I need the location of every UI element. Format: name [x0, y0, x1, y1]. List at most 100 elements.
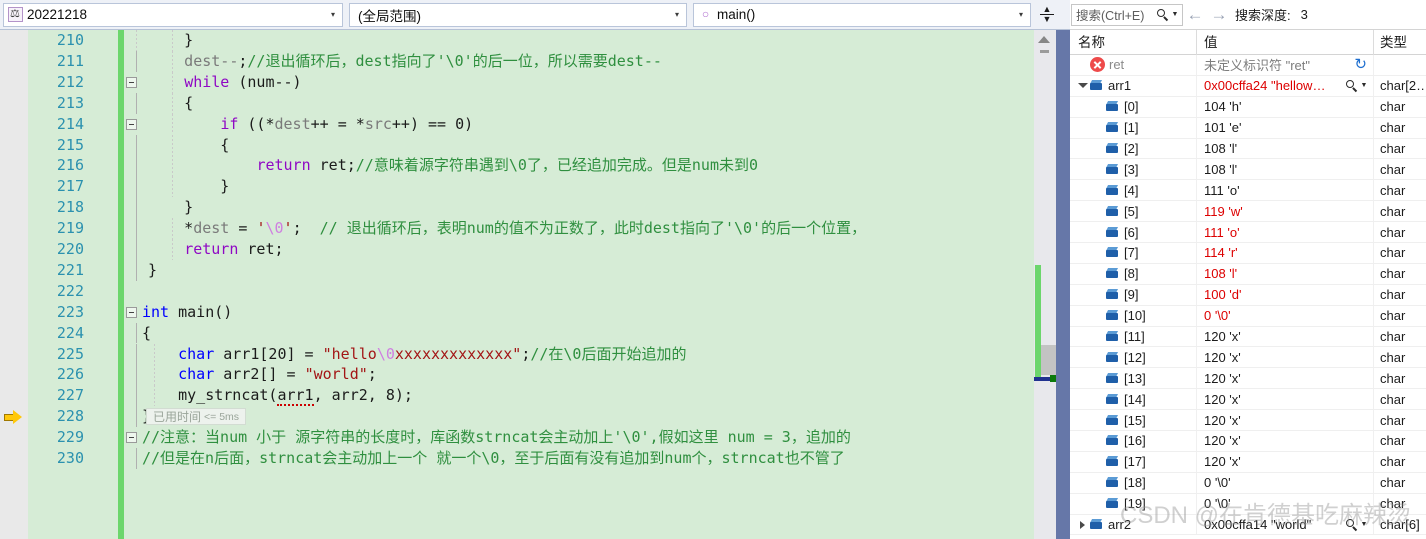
chevron-down-icon[interactable] [1076, 83, 1089, 89]
code-line[interactable]: 229 //注意：当num 小于 源字符串的长度时，库函数strncat会主动加… [0, 427, 1070, 448]
code-line[interactable]: 218 } [0, 197, 1070, 219]
watch-row[interactable]: [9] 100 'd' char [1070, 284, 1426, 306]
watch-row[interactable]: [6] 111 'o' char [1070, 222, 1426, 244]
code-line[interactable]: 216 return ret;//意味着源字符串遇到\0了，已经追加完成。但是n… [0, 155, 1070, 177]
watch-row[interactable]: [2] 108 'l' char [1070, 138, 1426, 160]
watch-row[interactable]: [1] 101 'e' char [1070, 117, 1426, 139]
watch-row-value-cell[interactable]: 120 'x' [1197, 410, 1374, 431]
watch-row-value-cell[interactable]: 101 'e' [1197, 117, 1374, 138]
watch-row-value-cell[interactable]: 0 '\0' [1197, 305, 1374, 326]
function-combo[interactable]: ○ main() ▾ [693, 2, 1031, 27]
watch-row[interactable]: [4] 111 'o' char [1070, 180, 1426, 202]
scope-combo[interactable]: (全局范围) ▾ [349, 2, 687, 27]
watch-row[interactable]: [19] 0 '\0' char [1070, 493, 1426, 515]
code-line[interactable]: 215 { [0, 134, 1070, 156]
code-editor[interactable]: 210 } 211 dest--;//退出循环后，dest指向了'\0'的后一位… [0, 30, 1070, 539]
code-line[interactable]: 224 { [0, 322, 1070, 344]
watch-row-value-cell[interactable]: 114 'r' [1197, 243, 1374, 263]
watch-row-type-cell: char[6] [1374, 515, 1426, 535]
chevron-right-icon[interactable] [1076, 520, 1089, 529]
scrollbar-thumb[interactable] [1041, 345, 1056, 375]
chevron-down-icon[interactable]: ▼ [1170, 11, 1180, 18]
current-statement-arrow[interactable] [0, 406, 28, 427]
project-combo[interactable]: ⚖ 20221218 ▾ [3, 2, 343, 27]
column-header-type[interactable]: 类型 [1374, 30, 1426, 55]
code-line[interactable]: 223 int main() [0, 302, 1070, 323]
magnifier-icon[interactable] [1345, 518, 1359, 532]
watch-row-value-cell[interactable]: 120 'x' [1197, 368, 1374, 389]
watch-row-type: char[6] [1380, 517, 1420, 533]
watch-row[interactable]: [8] 108 'l' char [1070, 263, 1426, 285]
watch-row-value-cell[interactable]: 120 'x' [1197, 326, 1374, 347]
watch-row[interactable]: [11] 120 'x' char [1070, 326, 1426, 348]
watch-row-value-cell[interactable]: 120 'x' [1197, 451, 1374, 472]
watch-row-value-cell[interactable]: 111 'o' [1197, 180, 1374, 201]
watch-row[interactable]: [18] 0 '\0' char [1070, 472, 1426, 494]
chevron-down-icon[interactable]: ▾ [1014, 3, 1028, 27]
watch-row-value-cell[interactable]: 111 'o' [1197, 222, 1374, 243]
code-line[interactable]: 226 char arr2[] = "world"; [0, 364, 1070, 386]
watch-row-value-cell[interactable]: 108 'l' [1197, 138, 1374, 159]
watch-row-value-cell[interactable]: 104 'h' [1197, 96, 1374, 117]
search-back-button[interactable]: ← [1183, 4, 1207, 26]
watch-row[interactable]: [14] 120 'x' char [1070, 389, 1426, 411]
fold-toggle-icon[interactable] [126, 432, 137, 444]
code-line[interactable]: 220 return ret; [0, 239, 1070, 260]
watch-row-value-cell[interactable]: 120 'x' [1197, 347, 1374, 368]
chevron-down-icon[interactable]: ▾ [326, 3, 340, 27]
code-line[interactable]: 210 } [0, 30, 1070, 51]
code-line[interactable]: 211 dest--;//退出循环后，dest指向了'\0'的后一位，所以需要d… [0, 50, 1070, 72]
watch-row-value-cell[interactable]: 未定义标识符 "ret" ↻ [1197, 55, 1374, 75]
search-depth-value[interactable]: 3 [1301, 7, 1308, 22]
code-line[interactable]: 214 if ((*dest++ = *src++) == 0) [0, 113, 1070, 135]
code-line[interactable]: 212 while (num--) [0, 71, 1070, 93]
watch-row[interactable]: [17] 120 'x' char [1070, 451, 1426, 473]
watch-row[interactable]: [7] 114 'r' char [1070, 243, 1426, 264]
code-line[interactable]: 222 [0, 281, 1070, 302]
watch-row-value-cell[interactable]: 108 'l' [1197, 159, 1374, 180]
watch-row-value-cell[interactable]: 0x00cffa24 "hellow… ▼ [1197, 75, 1374, 96]
code-line[interactable]: 221 } [0, 259, 1070, 281]
chevron-down-icon[interactable]: ▾ [670, 3, 684, 27]
watch-row[interactable]: [12] 120 'x' char [1070, 347, 1426, 369]
refresh-icon[interactable]: ↻ [1354, 57, 1367, 72]
watch-row[interactable]: [15] 120 'x' char [1070, 410, 1426, 432]
watch-row[interactable]: [13] 120 'x' char [1070, 368, 1426, 390]
code-line[interactable]: 213 { [0, 92, 1070, 114]
editor-vertical-scrollbar[interactable] [1034, 30, 1057, 539]
magnifier-icon[interactable] [1345, 79, 1359, 93]
column-header-value[interactable]: 值 [1197, 29, 1374, 55]
watch-row-value-cell[interactable]: 108 'l' [1197, 263, 1374, 284]
watch-row[interactable]: arr1 0x00cffa24 "hellow… ▼ char[2… [1070, 75, 1426, 97]
watch-row-name: [5] [1124, 203, 1139, 219]
watch-row[interactable]: [10] 0 '\0' char [1070, 305, 1426, 327]
search-input[interactable]: 搜索(Ctrl+E) ▼ [1071, 3, 1183, 26]
code-line[interactable]: 219 *dest = '\0'; // 退出循环后，表明num的值不为正数了，… [0, 218, 1070, 239]
code-line[interactable]: 230 //但是在n后面，strncat会主动加上一个 就一个\0，至于后面有没… [0, 448, 1070, 469]
watch-row[interactable]: [5] 119 'w' char [1070, 201, 1426, 223]
watch-row-value-cell[interactable]: 0x00cffa14 "world" ▼ [1197, 514, 1374, 535]
code-line[interactable]: 227 my_strncat(arr1, arr2, 8); [0, 385, 1070, 407]
code-line[interactable]: 225 char arr1[20] = "hello\0xxxxxxxxxxxx… [0, 343, 1070, 365]
watch-row[interactable]: ret 未定义标识符 "ret" ↻ [1070, 55, 1426, 76]
watch-row-value-cell[interactable]: 0 '\0' [1197, 493, 1374, 514]
column-header-name[interactable]: 名称 [1070, 29, 1197, 55]
watch-row-value-cell[interactable]: 0 '\0' [1197, 472, 1374, 493]
chevron-down-icon[interactable]: ▼ [1359, 82, 1369, 89]
watch-row[interactable]: [3] 108 'l' char [1070, 159, 1426, 181]
scroll-up-icon[interactable] [1038, 36, 1050, 43]
watch-row[interactable]: [0] 104 'h' char [1070, 96, 1426, 118]
watch-row-value-cell[interactable]: 120 'x' [1197, 431, 1374, 451]
watch-row[interactable]: [16] 120 'x' char [1070, 431, 1426, 452]
code-line-current[interactable]: 228 } 已用时间 <= 5ms [0, 406, 1070, 428]
chevron-down-icon[interactable]: ▼ [1359, 521, 1369, 528]
split-view-icon[interactable]: ▲ ▼ [1036, 2, 1058, 28]
fold-toggle-icon[interactable] [126, 306, 137, 318]
watch-row-value-cell[interactable]: 119 'w' [1197, 201, 1374, 222]
search-forward-button[interactable]: → [1207, 4, 1231, 26]
watch-row[interactable]: arr2 0x00cffa14 "world" ▼ char[6] [1070, 514, 1426, 536]
watch-row-value-cell[interactable]: 100 'd' [1197, 284, 1374, 305]
search-icon[interactable] [1156, 8, 1170, 22]
watch-row-value-cell[interactable]: 120 'x' [1197, 389, 1374, 410]
code-line[interactable]: 217 } [0, 176, 1070, 198]
